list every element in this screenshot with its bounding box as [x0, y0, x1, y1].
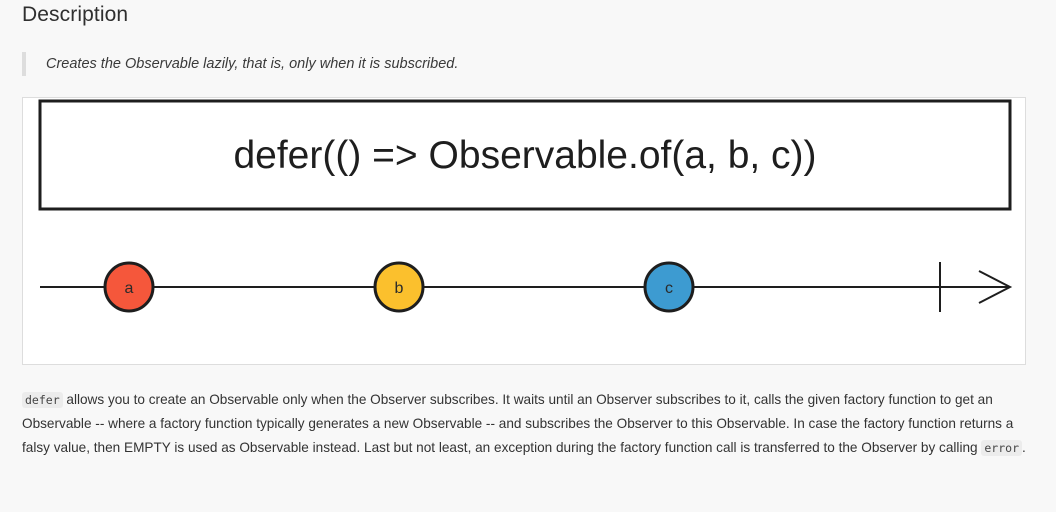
marble-label-c: c — [665, 280, 673, 297]
summary-text: Creates the Observable lazily, that is, … — [46, 56, 459, 72]
operator-label: defer(() => Observable.of(a, b, c)) — [233, 134, 816, 177]
description-text-1: allows you to create an Observable only … — [22, 392, 1014, 455]
marble-label-a: a — [125, 280, 134, 297]
description-text-2: . — [1022, 440, 1026, 455]
inline-code-error: error — [981, 440, 1022, 456]
section-title: Description — [22, 3, 129, 26]
marble-diagram-svg: defer(() => Observable.of(a, b, c)) a b c — [38, 99, 1013, 313]
description-paragraph: defer allows you to create an Observable… — [22, 388, 1032, 460]
page: Description Creates the Observable lazil… — [0, 0, 1056, 512]
marble-diagram: defer(() => Observable.of(a, b, c)) a b c — [22, 97, 1026, 365]
summary-blockquote: Creates the Observable lazily, that is, … — [22, 52, 458, 76]
inline-code-defer: defer — [22, 392, 63, 408]
marble-label-b: b — [395, 280, 404, 297]
